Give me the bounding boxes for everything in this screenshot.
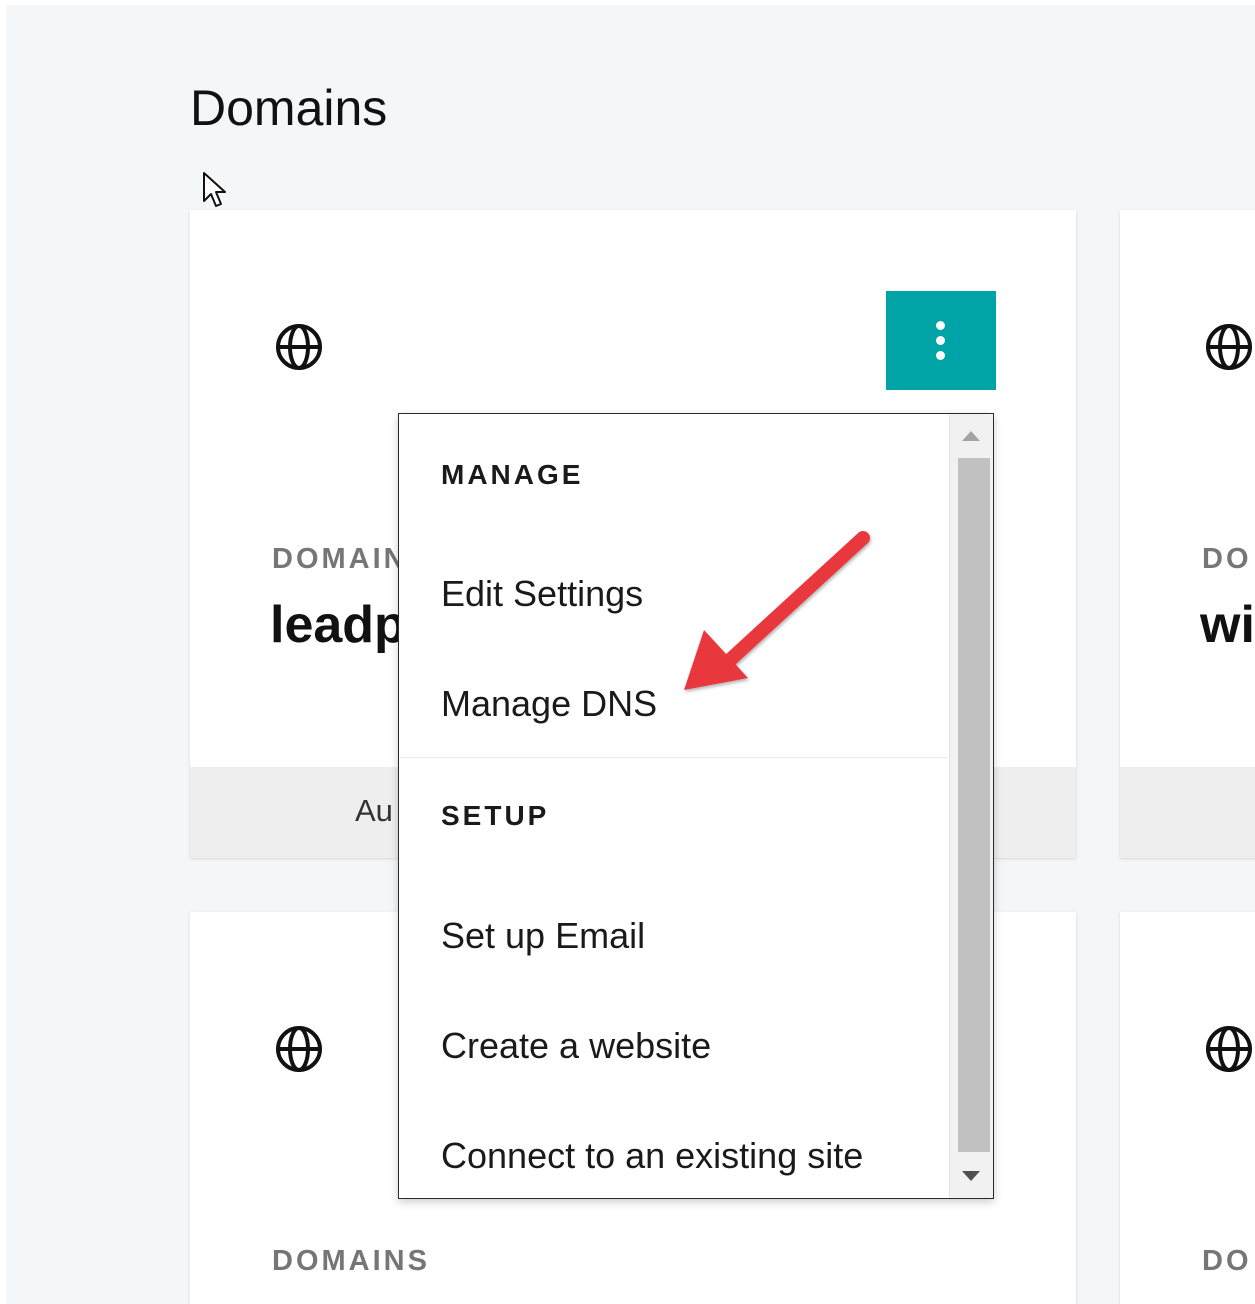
menu-item-manage-dns[interactable]: Manage DNS — [441, 682, 657, 725]
globe-icon — [1206, 1026, 1252, 1072]
scroll-up-arrow-icon[interactable] — [962, 431, 980, 441]
menu-item-set-up-email[interactable]: Set up Email — [441, 914, 645, 957]
domain-actions-menu-button[interactable] — [886, 291, 996, 390]
dropdown-scrollbar[interactable] — [949, 414, 993, 1198]
domain-card[interactable]: DO wi — [1120, 210, 1255, 858]
domain-name[interactable]: leadp — [270, 596, 406, 654]
globe-icon — [276, 324, 322, 370]
menu-item-create-website[interactable]: Create a website — [441, 1024, 711, 1067]
menu-section-manage: MANAGE — [441, 459, 584, 490]
menu-divider — [399, 757, 948, 758]
card-footer — [1120, 767, 1255, 858]
scroll-down-arrow-icon[interactable] — [962, 1171, 980, 1181]
menu-section-setup: SETUP — [441, 800, 550, 831]
domain-card[interactable]: DO — [1120, 912, 1255, 1304]
mouse-pointer-icon — [203, 172, 226, 207]
scroll-thumb[interactable] — [958, 458, 990, 1152]
menu-item-connect-existing-site[interactable]: Connect to an existing site — [441, 1134, 863, 1177]
menu-item-edit-settings[interactable]: Edit Settings — [441, 572, 643, 615]
globe-icon — [1206, 324, 1252, 370]
domain-label: DO — [1202, 1245, 1252, 1277]
page-title: Domains — [190, 80, 388, 136]
domain-name[interactable]: wi — [1200, 596, 1255, 654]
domain-label: DO — [1202, 543, 1252, 575]
domain-label: DOMAINS — [272, 1245, 430, 1277]
globe-icon — [276, 1026, 322, 1072]
card-footer-text: Au — [355, 793, 393, 828]
domain-actions-dropdown[interactable]: MANAGE Edit Settings Manage DNS SETUP Se… — [398, 413, 994, 1199]
